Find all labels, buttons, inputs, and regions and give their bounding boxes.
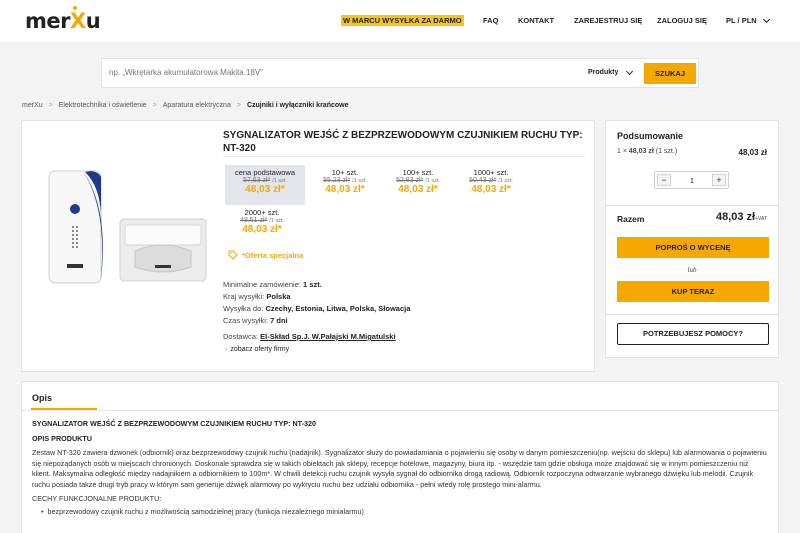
ship-to-label: Wysyłka do: <box>223 304 264 313</box>
supplier-link[interactable]: El-Skład Sp.J. W.Pałajski M.Migatulski <box>260 332 395 341</box>
supplier-label: Dostawca: <box>223 332 259 341</box>
company-offers-label: zobacz oferty firmy <box>230 346 290 353</box>
list-item: bezprzewodowy czujnik ruchu z możliwości… <box>41 507 768 518</box>
breadcrumb-current: Czujniki i wyłączniki krańcowe <box>246 102 349 109</box>
tab-description[interactable]: Opis <box>32 393 52 403</box>
tier-label: 2000+ szt. <box>244 208 280 217</box>
ship-time-label: Czas wysyłki: <box>223 316 269 325</box>
shipping-details: Minimalne zamówienie: 1 szt. Kraj wysyłk… <box>223 279 410 327</box>
tier-price: 48,03 zł* <box>398 184 438 195</box>
summary-unit: (1 szt.) <box>655 148 678 155</box>
tier-label: cena podstawowa <box>234 168 296 177</box>
company-offers-link[interactable]: › zobacz oferty firmy <box>225 346 289 353</box>
price-tier[interactable]: 10+ szt. 55,23 zł* /1 szt. 48,03 zł* <box>308 168 382 195</box>
decrease-quantity-button[interactable]: − <box>657 174 671 186</box>
promo-link[interactable]: W MARCU WYSYŁKA ZA DARMO <box>341 15 464 26</box>
divider <box>606 314 778 315</box>
search-input[interactable] <box>109 68 509 77</box>
tier-price: 48,03 zł* <box>471 184 511 195</box>
product-image[interactable] <box>43 169 208 289</box>
search-category-select[interactable]: Produkty <box>588 67 634 76</box>
breadcrumb-separator: > <box>236 102 241 109</box>
price-tier[interactable]: 1000+ szt. 50,43 zł* /1 szt. 48,03 zł* <box>454 168 528 195</box>
breadcrumb-item[interactable]: Aparatura elektryczna <box>163 102 231 109</box>
special-offer: *Oferta specjalna <box>228 250 303 260</box>
search-bar: Produkty SZUKAJ <box>101 58 699 88</box>
vat-label: +VAT <box>755 216 767 222</box>
arrow-icon: › <box>225 346 228 353</box>
ship-time-value: 7 dni <box>270 316 288 325</box>
tier-old-price: 48,51 zł* /1 szt. <box>240 217 284 224</box>
tier-old-price: 50,43 zł* /1 szt. <box>469 177 513 184</box>
min-order-value: 1 szt. <box>303 280 322 289</box>
breadcrumb-separator: > <box>48 102 53 109</box>
total-label: Razem <box>617 214 645 224</box>
buy-now-button[interactable]: KUP TERAZ <box>617 281 769 302</box>
description-subheading: OPIS PRODUKTU <box>32 433 92 443</box>
special-offer-label: *Oferta specjalna <box>242 250 304 260</box>
tier-label: 10+ szt. <box>331 168 359 177</box>
tier-price: 48,03 zł* <box>325 184 365 195</box>
supplier: Dostawca: El-Skład Sp.J. W.Pałajski M.Mi… <box>223 332 396 341</box>
features-list: bezprzewodowy czujnik ruchu z możliwości… <box>41 507 768 518</box>
description-paragraph: Zestaw NT-320 zawiera dzwonek (odbiornik… <box>32 448 767 489</box>
price-tier[interactable]: cena podstawowa 57,63 zł* /1 szt. 48,03 … <box>225 165 305 205</box>
tier-price: 48,03 zł* <box>245 184 285 195</box>
tier-price: 48,03 zł* <box>242 224 282 235</box>
contact-link[interactable]: KONTAKT <box>518 16 554 25</box>
ship-to-value: Czechy, Estonia, Litwa, Polska, Słowacja <box>265 304 411 313</box>
request-quote-button[interactable]: POPROŚ O WYCENĘ <box>617 237 769 258</box>
price-tier[interactable]: 100+ szt. 52,83 zł* /1 szt. 48,03 zł* <box>381 168 455 195</box>
summary-qty: 1 × <box>617 148 627 155</box>
breadcrumb-separator: > <box>152 102 157 109</box>
min-order-label: Minimalne zamówienie: <box>223 280 301 289</box>
faq-link[interactable]: FAQ <box>483 16 498 25</box>
features-heading: CECHY FUNKCJONALNE PRODUKTU: <box>32 493 162 503</box>
breadcrumb-item[interactable]: merXu <box>22 102 43 109</box>
summary-title: Podsumowanie <box>617 131 684 141</box>
summary-line: 1 × 48,03 zł (1 szt.) <box>617 148 677 155</box>
tag-icon <box>228 250 238 260</box>
price-tier[interactable]: 2000+ szt. 48,51 zł* /1 szt. 48,03 zł* <box>225 208 299 235</box>
increase-quantity-button[interactable]: + <box>712 174 726 186</box>
summary-unit-price: 48,03 zł <box>628 148 654 155</box>
breadcrumb: merXu > Elektrotechnika i oświetlenie > … <box>22 102 348 109</box>
chevron-down-icon <box>626 67 634 75</box>
quantity-stepper: − 1 + <box>654 171 729 189</box>
logo[interactable]: merXu <box>25 9 101 33</box>
summary-line-total: 48,03 zł <box>738 148 767 157</box>
country-label: Kraj wysyłki: <box>223 292 265 301</box>
tier-old-price: 52,83 zł* /1 szt. <box>396 177 440 184</box>
tier-old-price: 57,63 zł* /1 szt. <box>243 177 287 184</box>
breadcrumb-item[interactable]: Elektrotechnika i oświetlenie <box>59 102 147 109</box>
register-link[interactable]: ZAREJESTRUJ SIĘ <box>574 16 642 25</box>
site-header: merXu W MARCU WYSYŁKA ZA DARMO FAQ KONTA… <box>0 0 800 42</box>
description-heading: SYGNALIZATOR WEJŚĆ Z BEZPRZEWODOWYM CZUJ… <box>32 419 317 428</box>
tier-old-price: 55,23 zł* /1 szt. <box>323 177 367 184</box>
tier-label: 100+ szt. <box>402 168 434 177</box>
quantity-input[interactable]: 1 <box>677 176 707 185</box>
divider <box>223 156 585 157</box>
or-label: lub <box>687 266 697 274</box>
search-button[interactable]: SZUKAJ <box>644 63 696 84</box>
chevron-down-icon <box>762 15 770 23</box>
login-link[interactable]: ZALOGUJ SIĘ <box>657 16 707 25</box>
description-section: Opis SYGNALIZATOR WEJŚĆ Z BEZPRZEWODOWYM… <box>21 381 779 533</box>
divider <box>22 410 778 411</box>
product-title: SYGNALIZATOR WEJŚĆ Z BEZPRZEWODOWYM CZUJ… <box>223 130 583 154</box>
language-label: PL / PLN <box>726 16 757 25</box>
order-summary: Podsumowanie 1 × 48,03 zł (1 szt.) 48,03… <box>605 120 779 358</box>
total-amount: 48,03 zł <box>715 211 756 223</box>
total-value: 48,03 zł+VAT <box>716 211 767 223</box>
language-selector[interactable]: PL / PLN <box>726 15 770 25</box>
country-value: Polska <box>266 292 291 301</box>
product-card: SYGNALIZATOR WEJŚĆ Z BEZPRZEWODOWYM CZUJ… <box>21 120 595 372</box>
tier-label: 1000+ szt. <box>473 168 509 177</box>
divider <box>606 205 778 206</box>
search-category-label: Produkty <box>588 69 619 76</box>
need-help-button[interactable]: POTRZEBUJESZ POMOCY? <box>617 323 769 345</box>
description-body: SYGNALIZATOR WEJŚĆ Z BEZPRZEWODOWYM CZUJ… <box>32 419 768 518</box>
